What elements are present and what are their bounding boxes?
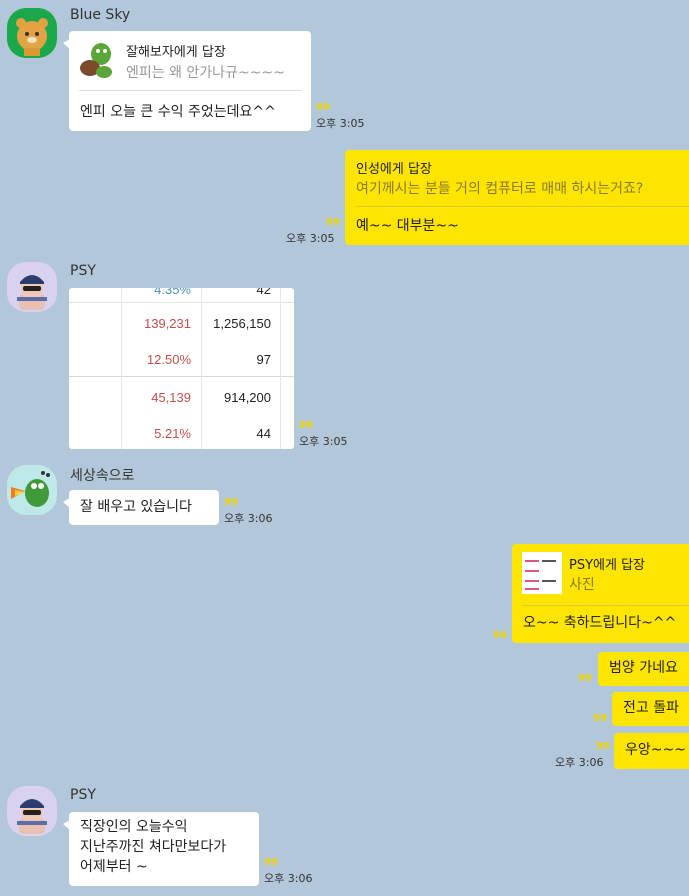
my-message-bubble[interactable]: 범양 가네요 bbox=[598, 652, 689, 686]
my-message-bubble[interactable]: 우앙~~~ bbox=[614, 733, 689, 769]
message-bubble[interactable]: 잘해보자에게 답장 엔피는 왜 안가나규~~~~ 엔피 오늘 큰 수익 주었는데… bbox=[63, 31, 311, 131]
table-cell: 5.21% bbox=[154, 426, 191, 441]
unread-count: 99 bbox=[578, 673, 592, 684]
unread-count: 99 bbox=[299, 420, 313, 431]
avatar-sesangsokeuro[interactable] bbox=[7, 465, 57, 515]
sender-name: PSY bbox=[70, 263, 96, 279]
table-cell: 45,139 bbox=[151, 390, 191, 405]
message-time: 오후 3:06 bbox=[555, 756, 604, 769]
reply-title: 인성에게 답장 bbox=[356, 162, 432, 177]
sender-name: 세상속으로 bbox=[70, 468, 135, 484]
message-text: 잘 배우고 있습니다 bbox=[80, 499, 192, 515]
avatar-psy[interactable] bbox=[7, 786, 57, 836]
unread-count: 99 bbox=[596, 741, 610, 752]
reply-image-thumbnail bbox=[522, 552, 562, 594]
table-cell: 139,231 bbox=[144, 316, 191, 331]
unread-count: 99 bbox=[264, 857, 278, 868]
message-bubble[interactable]: 잘 배우고 있습니다 bbox=[63, 490, 219, 525]
message-text: 우앙~~~ bbox=[625, 742, 686, 758]
avatar-psy[interactable] bbox=[7, 262, 57, 312]
ryan-character-icon bbox=[16, 18, 48, 56]
reply-sticker-icon bbox=[80, 43, 112, 78]
reply-divider bbox=[79, 90, 301, 91]
table-cell: 44 bbox=[256, 426, 271, 441]
reply-preview: 사진 bbox=[569, 577, 595, 593]
reply-divider bbox=[522, 605, 689, 606]
message-time: 오후 3:05 bbox=[299, 435, 348, 448]
my-message-bubble[interactable]: PSY에게 답장 사진 오~~ 축하드립니다~^^ bbox=[512, 544, 689, 643]
shared-image[interactable]: 4.35% 42 139,231 1,256,150 12.50% 97 45,… bbox=[69, 288, 294, 449]
sender-name: PSY bbox=[70, 787, 96, 803]
reply-preview: 엔피는 왜 안가나규~~~~ bbox=[126, 65, 285, 81]
message-time: 오후 3:06 bbox=[224, 512, 273, 525]
message-text: 전고 돌파 bbox=[623, 700, 679, 716]
reply-title: PSY에게 답장 bbox=[569, 558, 646, 573]
reply-preview: 여기께시는 분들 거의 컴퓨터로 매매 하시는거죠? bbox=[356, 181, 644, 197]
table-cell: 97 bbox=[256, 352, 271, 367]
message-text: 범양 가네요 bbox=[609, 660, 678, 676]
table-cell: 12.50% bbox=[146, 352, 191, 367]
reply-divider bbox=[355, 206, 689, 207]
table-cell: 42 bbox=[256, 288, 271, 297]
jordy-character-icon bbox=[11, 471, 50, 507]
my-message-bubble[interactable]: 전고 돌파 bbox=[612, 692, 689, 726]
message-time: 오후 3:06 bbox=[264, 872, 313, 885]
table-cell: 4.35% bbox=[154, 288, 191, 297]
unread-count: 99 bbox=[593, 713, 607, 724]
chat-window: { "messages": { "m1": {"sender":"Blue Sk… bbox=[0, 0, 689, 896]
sender-name: Blue Sky bbox=[70, 7, 131, 23]
avatar-blue-sky[interactable] bbox=[7, 8, 57, 58]
unread-count: 99 bbox=[326, 217, 340, 228]
message-time: 오후 3:05 bbox=[286, 232, 335, 245]
my-message-bubble[interactable]: 인성에게 답장 여기께시는 분들 거의 컴퓨터로 매매 하시는거죠? 예~~ 대… bbox=[345, 150, 689, 245]
table-cell: 914,200 bbox=[224, 390, 271, 405]
unread-count: 99 bbox=[493, 630, 507, 641]
apeach-character-icon bbox=[17, 799, 47, 834]
unread-count: 99 bbox=[224, 497, 238, 508]
message-time: 오후 3:05 bbox=[316, 117, 365, 130]
message-text: 직장인의 오늘수익 지난주까진 쳐다만보다가 어제부터 ~ bbox=[80, 819, 227, 875]
table-cell: 1,256,150 bbox=[213, 316, 271, 331]
message-text: 오~~ 축하드립니다~^^ bbox=[523, 615, 677, 631]
apeach-character-icon bbox=[17, 275, 47, 310]
message-text: 엔피 오늘 큰 수익 주었는데요^^ bbox=[80, 104, 276, 120]
message-text: 예~~ 대부분~~ bbox=[356, 218, 459, 234]
message-bubble[interactable]: 직장인의 오늘수익 지난주까진 쳐다만보다가 어제부터 ~ bbox=[63, 812, 259, 886]
reply-title: 잘해보자에게 답장 bbox=[126, 45, 226, 60]
unread-count: 99 bbox=[316, 102, 330, 113]
